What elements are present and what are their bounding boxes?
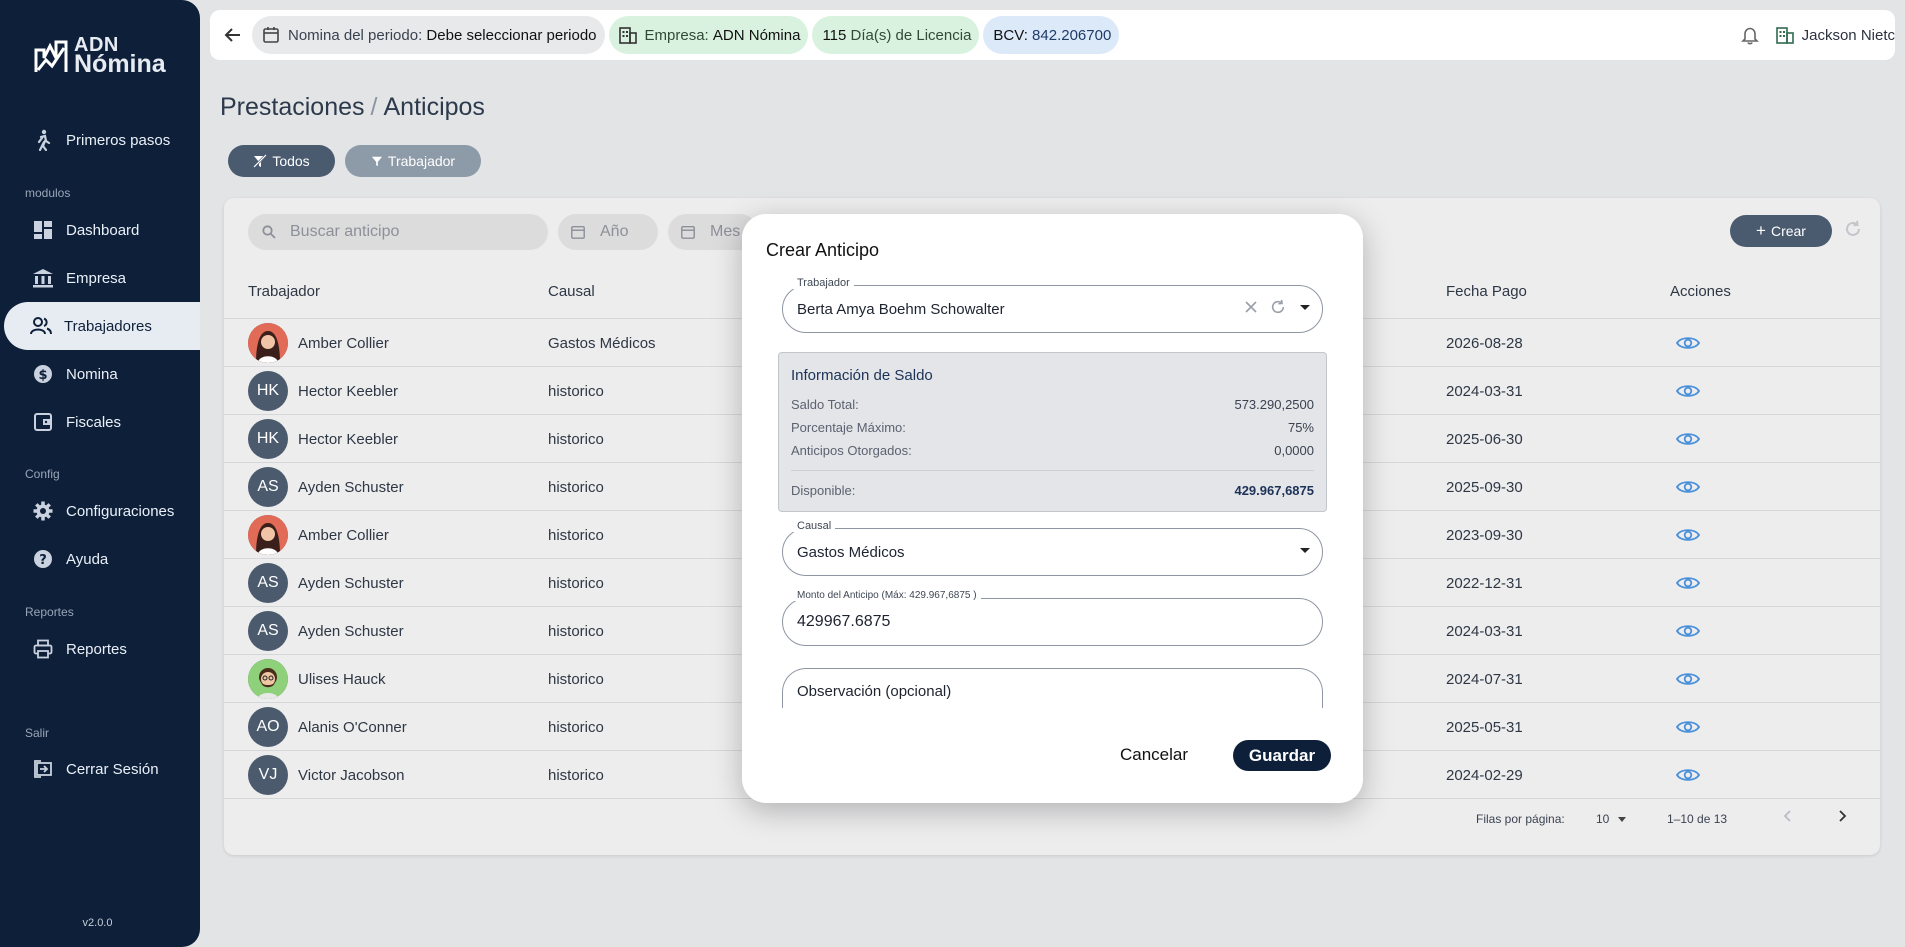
observation-textarea[interactable]: Observación (opcional): [782, 668, 1323, 708]
caret-down-icon[interactable]: [1298, 543, 1312, 561]
saldo-total-row: Saldo Total: 573.290,2500: [791, 397, 1314, 412]
porcentaje-row: Porcentaje Máximo: 75%: [791, 420, 1314, 435]
otorgados-value: 0,0000: [1274, 443, 1314, 458]
porcentaje-value: 75%: [1287, 420, 1314, 435]
balance-info-panel: Información de Saldo Saldo Total: 573.29…: [778, 352, 1327, 512]
create-advance-dialog: Crear Anticipo Trabajador Berta Amya Boe…: [742, 214, 1363, 803]
otorgados-row: Anticipos Otorgados: 0,0000: [791, 443, 1314, 458]
saldo-total-label: Saldo Total:: [791, 397, 859, 412]
disponible-row: Disponible: 429.967,6875: [791, 483, 1314, 498]
divider: [791, 470, 1314, 471]
refresh-icon[interactable]: [1270, 299, 1286, 319]
otorgados-label: Anticipos Otorgados:: [791, 443, 912, 458]
disponible-label: Disponible:: [791, 483, 856, 498]
observation-placeholder: Observación (opcional): [797, 683, 952, 700]
cancel-button[interactable]: Cancelar: [1114, 740, 1194, 770]
porcentaje-label: Porcentaje Máximo:: [791, 420, 906, 435]
cause-select[interactable]: Causal Gastos Médicos: [782, 520, 1323, 576]
cause-value: Gastos Médicos: [797, 543, 905, 561]
saldo-total-value: 573.290,2500: [1234, 397, 1314, 412]
worker-field-label: Trabajador: [793, 277, 854, 289]
balance-info-title: Información de Saldo: [791, 367, 933, 384]
cause-field-label: Causal: [793, 520, 836, 532]
disponible-value: 429.967,6875: [1234, 483, 1314, 498]
amount-value: 429967.6875: [797, 613, 891, 630]
save-button[interactable]: Guardar: [1233, 740, 1331, 771]
amount-field-label: Monto del Anticipo (Máx: 429.967,6875 ): [793, 590, 981, 601]
worker-select[interactable]: Trabajador Berta Amya Boehm Schowalter: [782, 277, 1323, 333]
amount-input[interactable]: Monto del Anticipo (Máx: 429.967,6875 ) …: [782, 590, 1323, 646]
clear-icon[interactable]: [1244, 300, 1258, 318]
dialog-title: Crear Anticipo: [766, 240, 880, 260]
caret-down-icon[interactable]: [1298, 300, 1312, 318]
worker-value: Berta Amya Boehm Schowalter: [797, 300, 1005, 318]
